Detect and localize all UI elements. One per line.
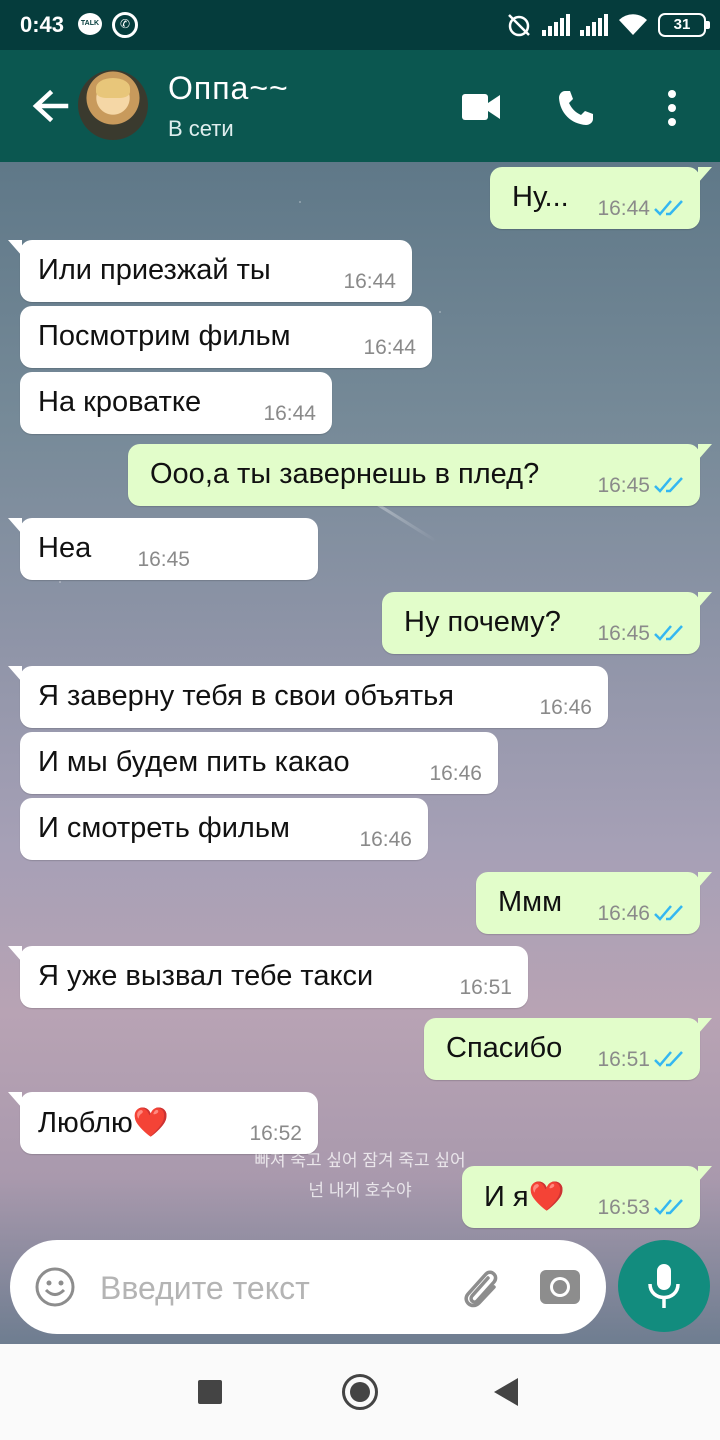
message-time: 16:45 [597, 474, 650, 497]
message-bubble-in[interactable]: Люблю❤️ 16:52 [8, 1092, 318, 1154]
message-bubble-out[interactable]: Спасибо 16:51 [424, 1018, 712, 1080]
message-text: Я уже вызвал тебе такси [38, 960, 374, 992]
message-bubble-in[interactable]: И мы будем пить какао 16:46 [20, 732, 498, 794]
message-text: Ооо,а ты завернешь в плед? [150, 458, 540, 490]
message-bubble-out[interactable]: Ммм 16:46 [476, 872, 712, 934]
message-time: 16:44 [263, 402, 316, 425]
message-text: И я❤️ [484, 1181, 565, 1213]
attach-icon[interactable] [458, 1264, 502, 1310]
message-bubble-out[interactable]: Ну... 16:44 [490, 167, 712, 229]
whatsapp-notification-icon: ✆ [112, 12, 138, 38]
message-bubble-in[interactable]: На кроватке 16:44 [20, 372, 332, 434]
alarm-off-icon [508, 14, 530, 37]
system-nav-bar [0, 1344, 720, 1440]
recents-button[interactable] [198, 1380, 222, 1404]
battery-icon: 31 [658, 13, 710, 37]
message-input-box[interactable]: Введите текст [10, 1240, 606, 1334]
message-text: Или приезжай ты [38, 254, 271, 286]
mic-icon [648, 1264, 680, 1308]
chat-area[interactable]: 빠져 죽고 싶어 잠겨 죽고 싶어 넌 내게 호수야 Ну... 16:44 И… [0, 162, 720, 1344]
message-bubble-in[interactable]: Неа 16:45 [8, 518, 318, 580]
message-time: 16:46 [597, 902, 650, 925]
double-check-icon [654, 625, 683, 641]
message-text: На кроватке [38, 386, 202, 418]
message-time: 16:51 [597, 1048, 650, 1071]
camera-icon[interactable] [538, 1264, 582, 1308]
message-text: Неа [38, 532, 92, 564]
message-time: 16:44 [597, 197, 650, 220]
message-text: Посмотрим фильм [38, 320, 291, 352]
message-text: Люблю❤️ [38, 1107, 169, 1139]
message-time: 16:46 [359, 828, 412, 851]
contact-name[interactable]: Оппа~~ [168, 70, 289, 107]
message-bubble-out[interactable]: Ооо,а ты завернешь в плед? 16:45 [128, 444, 712, 506]
message-input[interactable]: Введите текст [100, 1270, 310, 1307]
mic-button[interactable] [618, 1240, 710, 1332]
double-check-icon [654, 905, 683, 921]
status-icons: 31 [506, 12, 710, 38]
message-text: Спасибо [446, 1032, 563, 1064]
message-bubble-out[interactable]: И я❤️ 16:53 [462, 1166, 712, 1228]
message-time: 16:44 [343, 270, 396, 293]
back-arrow-icon[interactable] [30, 86, 70, 126]
signal-icon-1 [542, 14, 570, 36]
more-vert-icon[interactable] [660, 88, 684, 128]
message-time: 16:44 [363, 336, 416, 359]
message-time: 16:46 [429, 762, 482, 785]
message-bubble-in[interactable]: Посмотрим фильм 16:44 [20, 306, 432, 368]
message-time: 16:45 [137, 548, 190, 571]
message-bubble-in[interactable]: Или приезжай ты 16:44 [8, 240, 412, 302]
wifi-icon [619, 14, 647, 36]
chat-header: Оппа~~ В сети [0, 50, 720, 162]
message-time: 16:45 [597, 622, 650, 645]
signal-icon-2 [580, 14, 608, 36]
talk-notification-icon: TALK [78, 13, 102, 35]
nav-back-button[interactable] [494, 1378, 518, 1406]
message-time: 16:53 [597, 1196, 650, 1219]
message-text: Ммм [498, 886, 563, 918]
message-text: Ну... [512, 181, 569, 213]
double-check-icon [654, 1199, 683, 1215]
message-text: Я заверну тебя в свои объятья [38, 680, 454, 712]
message-time: 16:46 [539, 696, 592, 719]
message-bubble-in[interactable]: Я уже вызвал тебе такси 16:51 [8, 946, 528, 1008]
message-bubble-in[interactable]: Я заверну тебя в свои объятья 16:46 [8, 666, 608, 728]
double-check-icon [654, 200, 683, 216]
message-time: 16:51 [459, 976, 512, 999]
message-bubble-out[interactable]: Ну почему? 16:45 [382, 592, 712, 654]
message-text: И смотреть фильм [38, 812, 290, 844]
message-bubble-in[interactable]: И смотреть фильм 16:46 [20, 798, 428, 860]
message-text: Ну почему? [404, 606, 561, 638]
double-check-icon [654, 477, 683, 493]
message-text: И мы будем пить какао [38, 746, 350, 778]
video-call-icon[interactable] [462, 94, 500, 120]
home-button[interactable] [342, 1374, 378, 1410]
double-check-icon [654, 1051, 683, 1067]
contact-status: В сети [168, 116, 234, 141]
emoji-icon[interactable] [34, 1266, 76, 1308]
status-bar: 0:43 TALK ✆ 31 [0, 0, 720, 50]
phone-icon[interactable] [556, 88, 596, 128]
avatar[interactable] [78, 70, 148, 140]
status-time: 0:43 [20, 12, 65, 37]
message-time: 16:52 [249, 1122, 302, 1145]
